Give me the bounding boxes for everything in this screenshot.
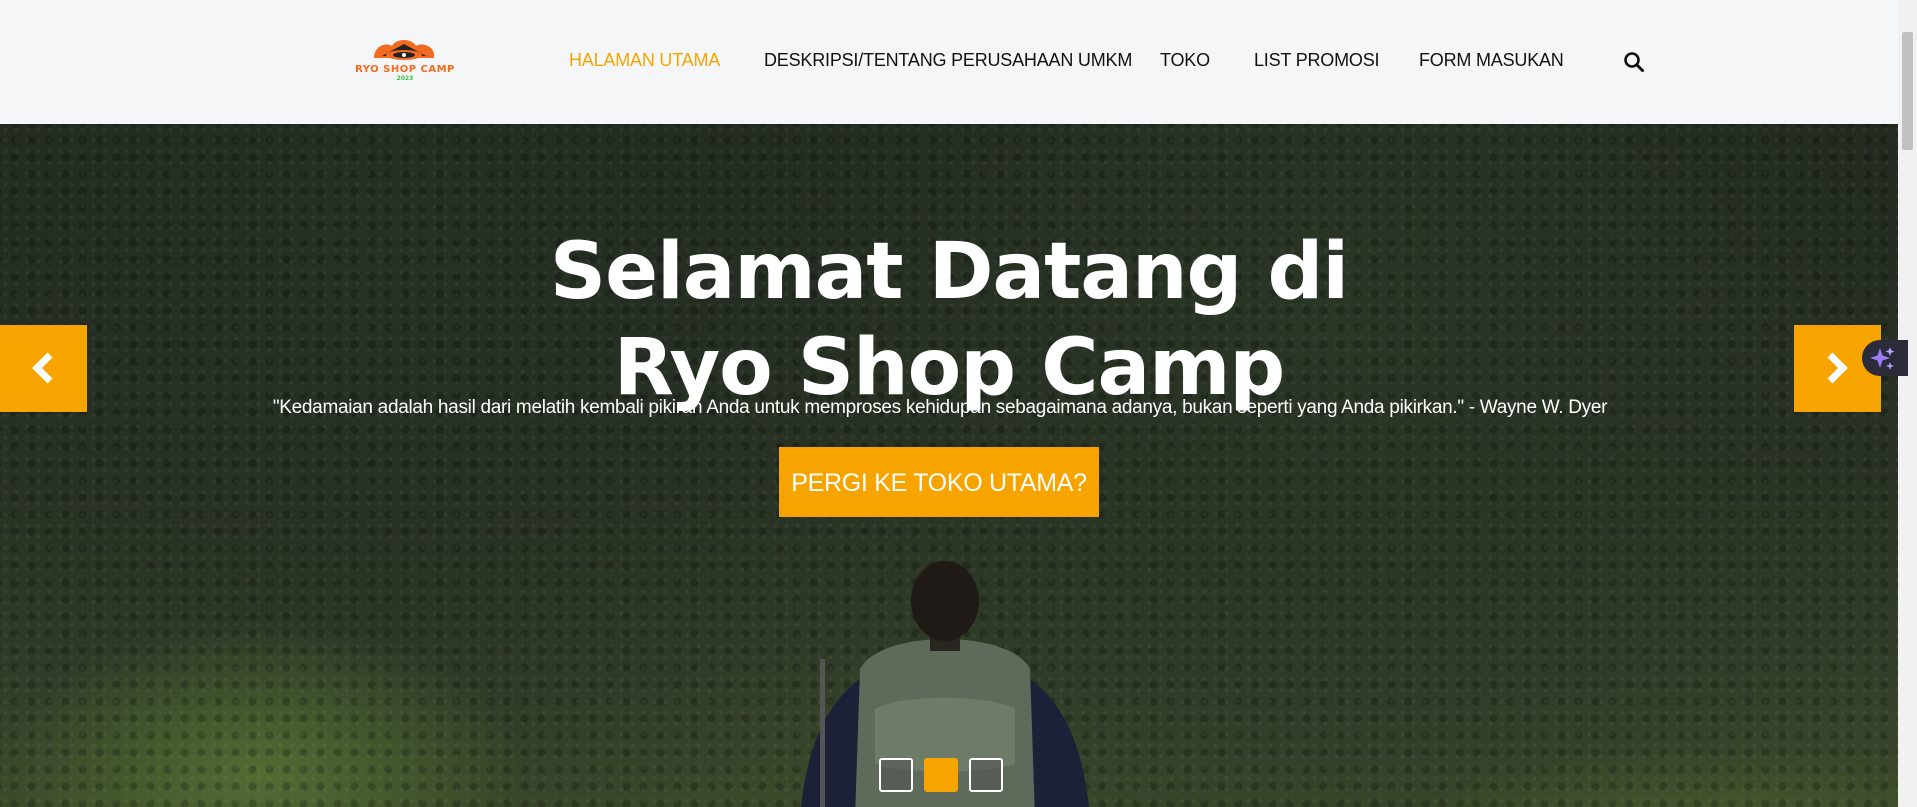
nav-item-list-promosi[interactable]: LIST PROMOSI <box>1254 50 1379 71</box>
nav-item-halaman-utama[interactable]: HALAMAN UTAMA <box>569 50 720 71</box>
chevron-left-icon <box>32 352 53 384</box>
carousel-indicator-2[interactable] <box>924 758 958 792</box>
go-to-main-shop-button[interactable]: PERGI KE TOKO UTAMA? <box>779 447 1099 517</box>
nav-item-toko[interactable]: TOKO <box>1160 50 1210 71</box>
navbar: RYO SHOP CAMP 2023 HALAMAN UTAMA DESKRIP… <box>0 0 1898 124</box>
search-icon <box>1624 52 1644 72</box>
carousel-indicator-1[interactable] <box>879 758 913 792</box>
sparkle-icon <box>1870 347 1895 370</box>
scrollbar-thumb[interactable] <box>1902 32 1913 150</box>
hero-carousel: Selamat Datang di Ryo Shop Camp "Kedamai… <box>0 124 1898 807</box>
search-button[interactable] <box>1623 51 1645 73</box>
hero-title: Selamat Datang di Ryo Shop Camp <box>0 224 1898 416</box>
nav-item-deskripsi[interactable]: DESKRIPSI/TENTANG PERUSAHAAN UMKM <box>764 50 1132 71</box>
nav-item-form-masukan[interactable]: FORM MASUKAN <box>1419 50 1564 71</box>
assistant-widget-button[interactable] <box>1862 340 1908 376</box>
carousel-indicators <box>879 758 1003 796</box>
logo-year: 2023 <box>396 75 414 82</box>
main-nav: HALAMAN UTAMA DESKRIPSI/TENTANG PERUSAHA… <box>0 50 1898 76</box>
page-scrollbar[interactable] <box>1898 0 1917 807</box>
hero-title-line1: Selamat Datang di <box>549 227 1349 318</box>
chevron-right-icon <box>1827 352 1848 384</box>
hero-quote: "Kedamaian adalah hasil dari melatih kem… <box>272 397 1608 418</box>
carousel-indicator-3[interactable] <box>969 758 1003 792</box>
carousel-prev-button[interactable] <box>0 325 87 412</box>
